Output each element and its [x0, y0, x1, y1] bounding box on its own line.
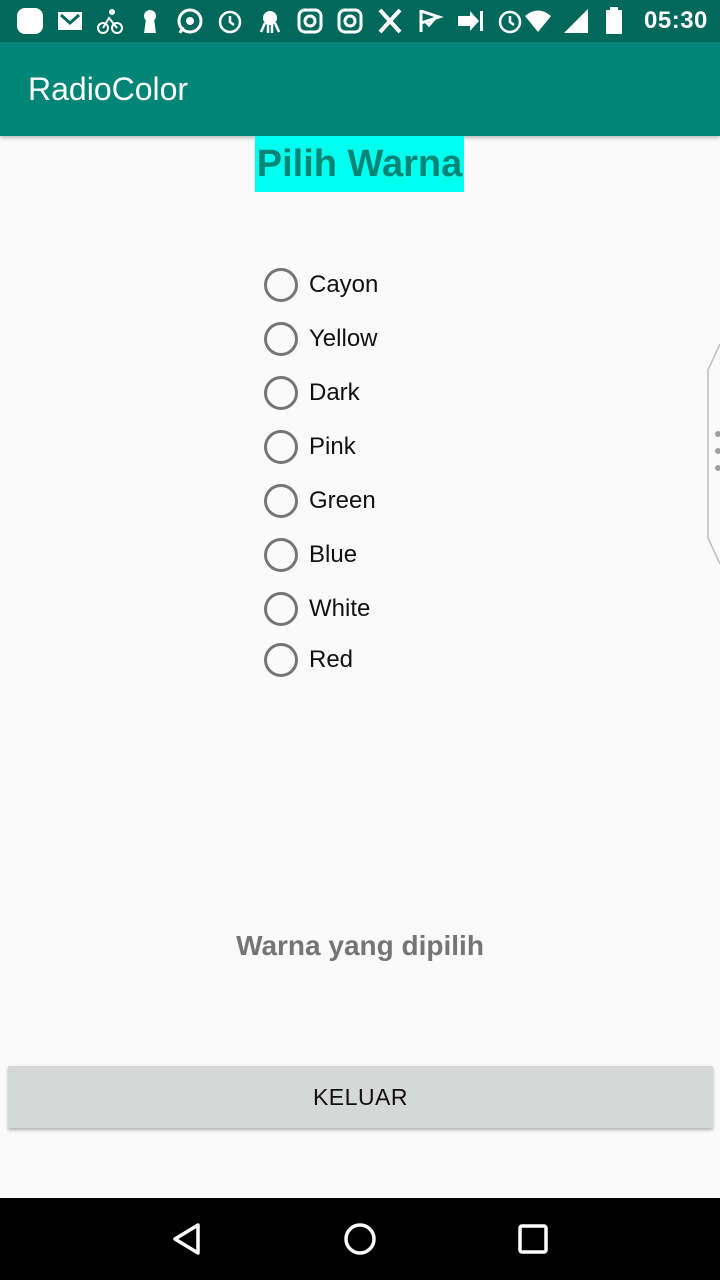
cycling-icon — [96, 7, 124, 35]
instagram-icon — [336, 7, 364, 35]
x-icon — [376, 7, 404, 35]
radio-option-pink[interactable]: Pink — [264, 422, 356, 472]
alarm-icon — [216, 7, 244, 35]
navigation-bar — [0, 1198, 720, 1280]
selected-color-text: Warna yang dipilih — [236, 930, 484, 961]
instagram-icon — [296, 7, 324, 35]
radio-option-blue[interactable]: Blue — [264, 530, 357, 580]
home-icon[interactable] — [335, 1214, 385, 1264]
radio-button[interactable] — [264, 430, 298, 464]
radio-option-white[interactable]: White — [264, 584, 370, 634]
radio-button[interactable] — [264, 538, 298, 572]
radio-label: Dark — [309, 379, 360, 406]
exit-button[interactable]: KELUAR — [8, 1066, 713, 1128]
gmail-icon — [56, 7, 84, 35]
alarm-icon — [496, 7, 524, 35]
radio-option-yellow[interactable]: Yellow — [264, 314, 378, 364]
wifi-icon — [524, 7, 552, 35]
radio-option-red[interactable]: Red — [264, 635, 353, 685]
keyhole-icon — [136, 7, 164, 35]
app-title: RadioColor — [28, 70, 189, 107]
forward-icon — [456, 7, 484, 35]
radio-label: Yellow — [309, 325, 378, 352]
page-heading: Pilih Warna — [255, 136, 464, 192]
signal-icon — [562, 7, 590, 35]
edge-panel-handle[interactable] — [706, 344, 720, 564]
radio-button[interactable] — [264, 322, 298, 356]
notification-icons — [16, 7, 524, 35]
radio-option-green[interactable]: Green — [264, 476, 376, 526]
radio-label: Red — [309, 646, 354, 673]
radio-button[interactable] — [264, 592, 298, 626]
app-icon — [16, 7, 44, 35]
radio-label: Green — [309, 487, 376, 514]
status-bar: 05:30 — [0, 0, 720, 42]
battery-icon — [600, 7, 628, 35]
radio-option-cayon[interactable]: Cayon — [264, 260, 378, 310]
radio-button[interactable] — [264, 643, 298, 677]
clock: 05:30 — [644, 7, 708, 34]
check-flag-icon — [416, 7, 444, 35]
radio-button[interactable] — [264, 268, 298, 302]
back-icon[interactable] — [162, 1214, 212, 1264]
octopus-icon — [256, 7, 284, 35]
radio-label: White — [309, 595, 371, 622]
radio-label: Blue — [309, 541, 358, 568]
radio-button[interactable] — [264, 484, 298, 518]
radio-label: Pink — [309, 433, 356, 460]
recents-icon[interactable] — [508, 1214, 558, 1264]
app-bar: RadioColor — [0, 42, 720, 136]
radio-option-dark[interactable]: Dark — [264, 368, 360, 418]
whatsapp-icon — [176, 7, 204, 35]
radio-label: Cayon — [309, 271, 379, 298]
system-status: 05:30 — [524, 7, 708, 35]
radio-button[interactable] — [264, 376, 298, 410]
